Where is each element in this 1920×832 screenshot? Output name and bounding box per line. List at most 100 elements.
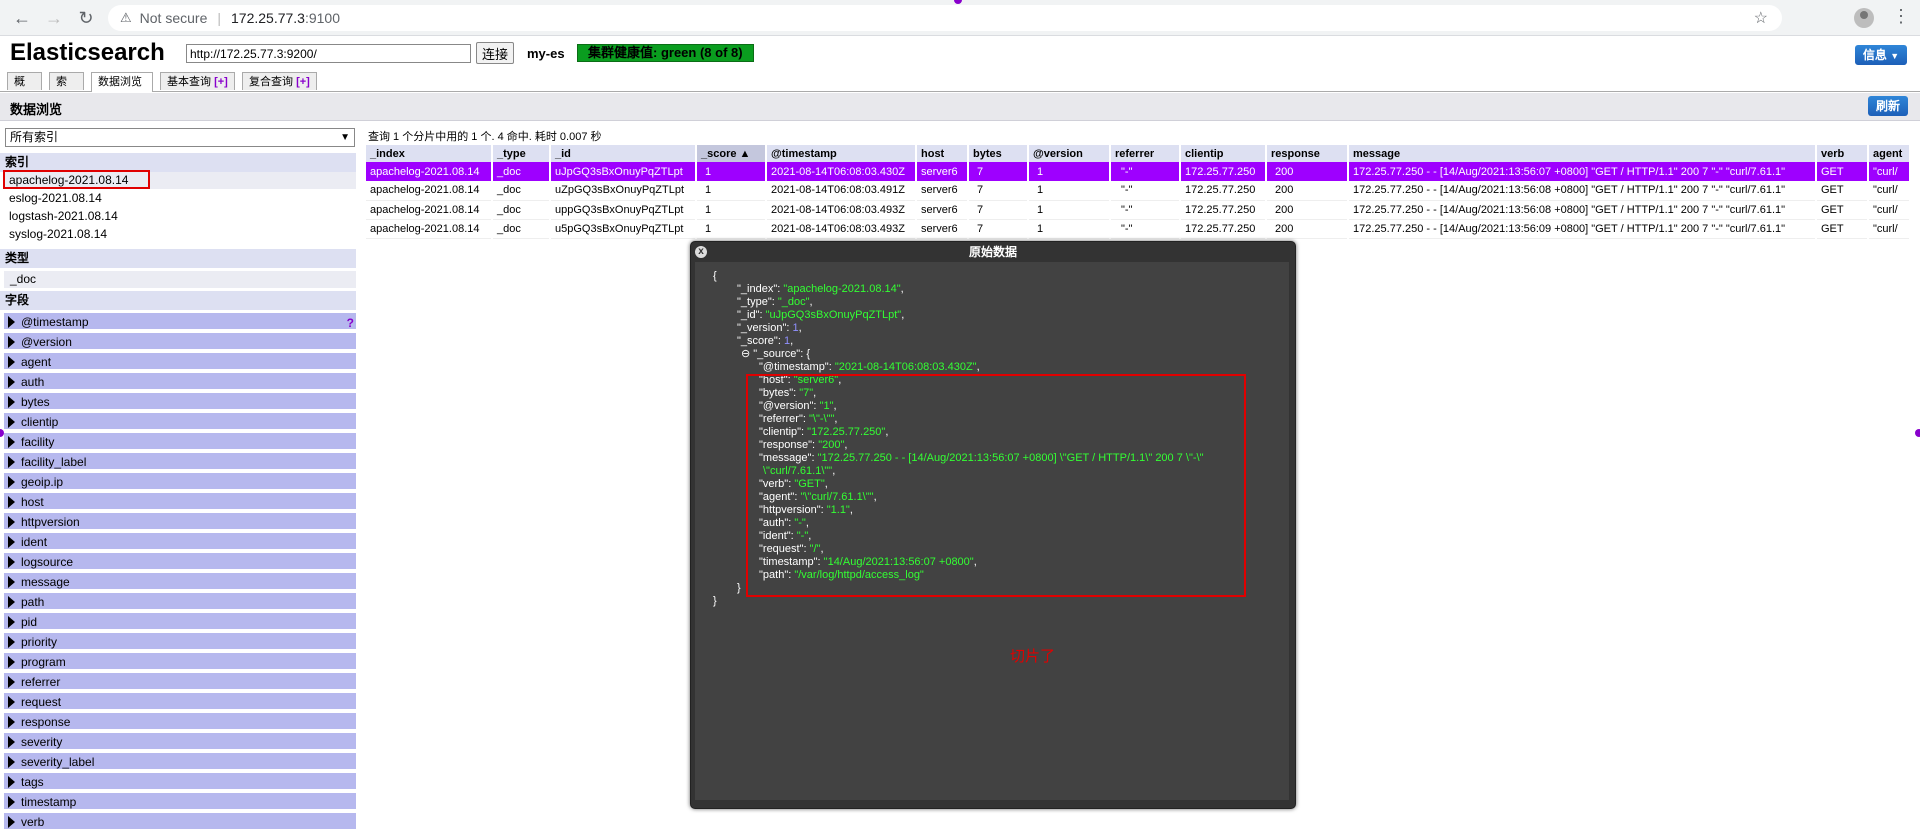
tab-basic-query[interactable]: 基本查询 [+] [160, 72, 235, 90]
field-row[interactable]: agent [4, 353, 356, 371]
column-header[interactable]: @version [1028, 145, 1111, 162]
table-row[interactable]: apachelog-2021.08.14 _doc uJpGQ3sBxOnuyPqZ… [366, 162, 1911, 181]
expand-triangle-icon[interactable] [8, 576, 15, 588]
sidebar-index-item[interactable]: eslog-2021.08.14 [4, 190, 356, 207]
expand-triangle-icon[interactable] [8, 556, 15, 568]
expand-triangle-icon[interactable] [8, 436, 15, 448]
index-select[interactable]: 所有索引 ▼ [5, 128, 355, 147]
connect-button[interactable]: 连接 [476, 42, 514, 64]
column-header[interactable]: _type [492, 145, 551, 162]
table-cell: uZpGQ3sBxOnuyPqZTLpt [550, 181, 697, 201]
expand-triangle-icon[interactable] [8, 356, 15, 368]
json-line: "@timestamp": "2021-08-14T06:08:03.430Z"… [713, 361, 1204, 374]
table-row[interactable]: apachelog-2021.08.14 _doc uppGQ3sBxOnuyPqZ… [366, 200, 1911, 220]
json-token: , [900, 283, 904, 295]
column-header[interactable]: _id [550, 145, 697, 162]
reload-icon[interactable]: ↻ [74, 6, 98, 30]
column-header[interactable]: _score ▲ [696, 145, 767, 162]
field-row[interactable]: @timestamp? [4, 313, 356, 331]
field-row[interactable]: message [4, 573, 356, 591]
refresh-button[interactable]: 刷新 [1868, 96, 1908, 116]
field-row[interactable]: path [4, 593, 356, 611]
cluster-url-input[interactable] [186, 44, 471, 63]
expand-triangle-icon[interactable] [8, 516, 15, 528]
column-header[interactable]: @timestamp [766, 145, 917, 162]
column-header[interactable]: verb [1816, 145, 1869, 162]
column-header[interactable]: response [1266, 145, 1349, 162]
field-row[interactable]: geoip.ip [4, 473, 356, 491]
expand-triangle-icon[interactable] [8, 736, 15, 748]
annotation-highlight-box [746, 374, 1246, 597]
field-row[interactable]: facility [4, 433, 356, 451]
field-row[interactable]: ident [4, 533, 356, 551]
column-header[interactable]: referrer [1110, 145, 1181, 162]
expand-triangle-icon[interactable] [8, 336, 15, 348]
field-row[interactable]: tags [4, 773, 356, 791]
expand-triangle-icon[interactable] [8, 536, 15, 548]
field-row[interactable]: priority [4, 633, 356, 651]
column-header[interactable]: bytes [968, 145, 1029, 162]
expand-triangle-icon[interactable] [8, 456, 15, 468]
field-row[interactable]: @version [4, 333, 356, 351]
expand-triangle-icon[interactable] [8, 796, 15, 808]
tab-plus: [+] [214, 76, 228, 88]
field-row[interactable]: referrer [4, 673, 356, 691]
sidebar-index-item[interactable]: logstash-2021.08.14 [4, 208, 356, 225]
expand-triangle-icon[interactable] [8, 376, 15, 388]
expand-triangle-icon[interactable] [8, 396, 15, 408]
tab-compound-query[interactable]: 复合查询 [+] [242, 72, 317, 90]
field-row[interactable]: logsource [4, 553, 356, 571]
field-row[interactable]: pid [4, 613, 356, 631]
tab-overview[interactable]: 概览 [7, 72, 42, 106]
field-row[interactable]: bytes [4, 393, 356, 411]
back-arrow-icon[interactable]: ← [10, 6, 34, 30]
expand-triangle-icon[interactable] [8, 816, 15, 828]
tab-indices[interactable]: 索引 [49, 72, 84, 106]
type-item[interactable]: _doc [4, 271, 356, 288]
expand-triangle-icon[interactable] [8, 716, 15, 728]
table-cell: 7 [968, 162, 1029, 181]
field-row[interactable]: verb [4, 813, 356, 831]
field-row[interactable]: response [4, 713, 356, 731]
expand-triangle-icon[interactable] [8, 596, 15, 608]
expand-triangle-icon[interactable] [8, 656, 15, 668]
expand-triangle-icon[interactable] [8, 416, 15, 428]
column-header[interactable]: host [916, 145, 969, 162]
bookmark-star-icon[interactable]: ☆ [1754, 8, 1768, 28]
profile-avatar-icon[interactable] [1854, 8, 1874, 28]
expand-triangle-icon[interactable] [8, 496, 15, 508]
help-icon[interactable]: ? [347, 314, 354, 332]
expand-triangle-icon[interactable] [8, 316, 15, 328]
sidebar-index-item[interactable]: syslog-2021.08.14 [4, 226, 356, 243]
field-row[interactable]: program [4, 653, 356, 671]
column-header[interactable]: _index [366, 145, 493, 162]
column-header[interactable]: message [1348, 145, 1817, 162]
column-header[interactable]: clientip [1180, 145, 1267, 162]
field-row[interactable]: severity [4, 733, 356, 751]
field-row[interactable]: httpversion [4, 513, 356, 531]
annotation-highlight-box [3, 170, 150, 189]
expand-triangle-icon[interactable] [8, 476, 15, 488]
field-row[interactable]: request [4, 693, 356, 711]
forward-arrow-icon[interactable]: → [42, 6, 66, 30]
expand-triangle-icon[interactable] [8, 696, 15, 708]
close-icon[interactable]: x [695, 246, 707, 258]
info-dropdown-button[interactable]: 信息 ▼ [1855, 45, 1907, 65]
table-row[interactable]: apachelog-2021.08.14 _doc u5pGQ3sBxOnuyPqZ… [366, 219, 1911, 239]
field-row[interactable]: facility_label [4, 453, 356, 471]
field-row[interactable]: timestamp [4, 793, 356, 811]
tab-data-browser[interactable]: 数据浏览 [91, 72, 153, 92]
browser-menu-icon[interactable]: ⋮ [1892, 6, 1910, 27]
expand-triangle-icon[interactable] [8, 776, 15, 788]
expand-triangle-icon[interactable] [8, 676, 15, 688]
expand-triangle-icon[interactable] [8, 636, 15, 648]
expand-triangle-icon[interactable] [8, 616, 15, 628]
column-header[interactable]: agent [1868, 145, 1911, 162]
field-row[interactable]: clientip [4, 413, 356, 431]
field-row[interactable]: auth [4, 373, 356, 391]
field-row[interactable]: severity_label [4, 753, 356, 771]
table-row[interactable]: apachelog-2021.08.14 _doc uZpGQ3sBxOnuyPqZ… [366, 181, 1911, 201]
field-row[interactable]: host [4, 493, 356, 511]
expand-triangle-icon[interactable] [8, 756, 15, 768]
address-bar[interactable]: ⚠ Not secure | 172.25.77.3 :9100 ☆ [108, 5, 1782, 31]
